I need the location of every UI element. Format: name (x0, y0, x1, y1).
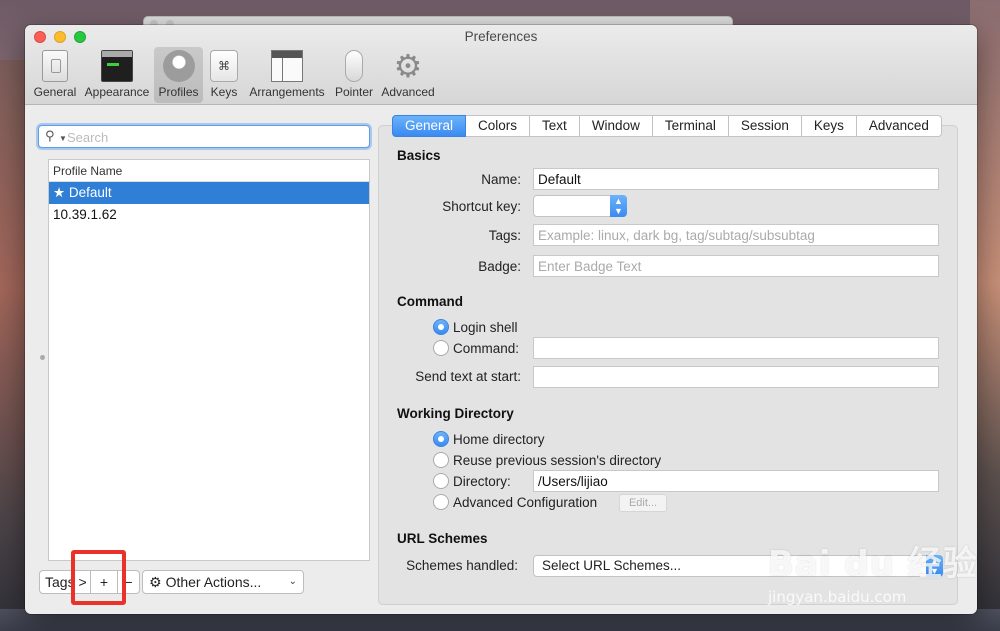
baidu-watermark-url: jingyan.baidu.com (768, 588, 907, 606)
toolbar-keys-label: Keys (210, 85, 238, 99)
toolbar-general-label: General (33, 85, 77, 99)
toolbar-profiles-label: Profiles (158, 85, 199, 99)
arrangements-window-icon (271, 50, 303, 82)
shortcut-key-select[interactable]: ▲ ▼ (533, 195, 627, 217)
command-input[interactable] (538, 338, 938, 358)
tab-session[interactable]: Session (728, 115, 802, 137)
other-actions-dropdown[interactable]: ⚙ Other Actions... ⌄ (142, 570, 304, 594)
name-label: Name: (481, 172, 521, 187)
command-radio[interactable] (433, 340, 449, 356)
badge-input[interactable] (538, 256, 938, 276)
directory-label: Directory: (453, 473, 511, 489)
profiles-person-icon (162, 50, 195, 82)
basics-heading: Basics (397, 148, 441, 163)
tags-label: Tags: (488, 228, 521, 243)
edit-advanced-configuration-button[interactable]: Edit... (619, 494, 667, 512)
tab-terminal[interactable]: Terminal (652, 115, 729, 137)
directory-input[interactable] (538, 471, 938, 491)
toolbar-profiles[interactable]: Profiles (154, 47, 203, 103)
window-title: Preferences (464, 29, 538, 44)
annotation-highlight-box (71, 550, 126, 605)
directory-option[interactable]: Directory: (433, 473, 511, 489)
advanced-gear-icon: ⚙ (393, 48, 423, 84)
splitter-handle[interactable] (40, 355, 45, 360)
command-field[interactable] (533, 337, 939, 359)
home-directory-option[interactable]: Home directory (433, 431, 545, 447)
working-directory-heading: Working Directory (397, 406, 514, 421)
tab-window[interactable]: Window (579, 115, 653, 137)
appearance-terminal-icon (101, 50, 133, 82)
preferences-window: Preferences General Appearance Profiles … (25, 25, 977, 614)
send-text-field[interactable] (533, 366, 939, 388)
keys-command-icon: ⌘ (210, 50, 238, 82)
search-icon: ⚲ (45, 128, 55, 143)
profile-row-10-39-1-62[interactable]: 10.39.1.62 (49, 204, 369, 226)
command-heading: Command (397, 294, 464, 309)
directory-radio[interactable] (433, 473, 449, 489)
advanced-configuration-label: Advanced Configuration (453, 494, 598, 510)
schemes-handled-label: Schemes handled: (406, 558, 518, 573)
other-actions-label: Other Actions... (165, 574, 262, 590)
profile-tabs: General Colors Text Window Terminal Sess… (392, 115, 942, 137)
pointer-mouse-icon (345, 50, 363, 82)
select-stepper-icon: ▲ ▼ (610, 195, 627, 217)
baidu-watermark-logo: Bai du 经验 (768, 544, 978, 584)
gear-icon: ⚙ (149, 574, 162, 590)
toolbar-keys[interactable]: ⌘ Keys (205, 47, 243, 103)
badge-label: Badge: (478, 259, 521, 274)
profile-list: Profile Name ★ Default 10.39.1.62 (48, 159, 370, 561)
profile-search[interactable]: ⚲ ▼ (38, 125, 370, 148)
toolbar-general[interactable]: General (31, 47, 79, 103)
reuse-directory-label: Reuse previous session's directory (453, 452, 662, 468)
toolbar-appearance[interactable]: Appearance (81, 47, 153, 103)
profile-list-header[interactable]: Profile Name (49, 160, 369, 182)
toolbar-arrangements-label: Arrangements (249, 85, 325, 99)
send-text-label: Send text at start: (415, 369, 521, 384)
toolbar-pointer-label: Pointer (334, 85, 374, 99)
command-label: Command: (453, 340, 520, 356)
titlebar: Preferences General Appearance Profiles … (25, 25, 977, 105)
url-schemes-select-value: Select URL Schemes... (542, 558, 682, 573)
tab-colors[interactable]: Colors (466, 115, 531, 137)
profile-row-default[interactable]: ★ Default (49, 182, 369, 204)
toolbar-pointer[interactable]: Pointer (331, 47, 377, 103)
badge-field[interactable] (533, 255, 939, 277)
toolbar-arrangements[interactable]: Arrangements (245, 47, 329, 103)
chevron-down-icon: ⌄ (288, 576, 297, 587)
url-schemes-heading: URL Schemes (397, 531, 488, 546)
tab-advanced[interactable]: Advanced (856, 115, 942, 137)
toolbar-appearance-label: Appearance (84, 85, 150, 99)
directory-field[interactable] (533, 470, 939, 492)
advanced-configuration-radio[interactable] (433, 494, 449, 510)
tab-keys[interactable]: Keys (801, 115, 857, 137)
advanced-configuration-option[interactable]: Advanced Configuration (433, 494, 597, 510)
tab-text[interactable]: Text (530, 115, 580, 137)
name-field[interactable] (533, 168, 939, 190)
send-text-input[interactable] (538, 367, 938, 387)
toolbar-advanced-label: Advanced (381, 85, 435, 99)
toolbar-advanced[interactable]: ⚙ Advanced (378, 47, 438, 103)
home-directory-label: Home directory (453, 431, 545, 447)
home-directory-radio[interactable] (433, 431, 449, 447)
reuse-directory-radio[interactable] (433, 452, 449, 468)
tags-input[interactable] (538, 225, 938, 245)
tab-general[interactable]: General (392, 115, 467, 137)
command-option[interactable]: Command: (433, 340, 519, 356)
login-shell-label: Login shell (453, 319, 518, 335)
login-shell-option[interactable]: Login shell (433, 319, 518, 335)
name-input[interactable] (538, 169, 938, 189)
tags-field[interactable] (533, 224, 939, 246)
reuse-directory-option[interactable]: Reuse previous session's directory (433, 452, 661, 468)
login-shell-radio[interactable] (433, 319, 449, 335)
search-input[interactable] (65, 128, 361, 146)
shortcut-key-label: Shortcut key: (442, 199, 521, 214)
general-switch-icon (42, 50, 68, 82)
